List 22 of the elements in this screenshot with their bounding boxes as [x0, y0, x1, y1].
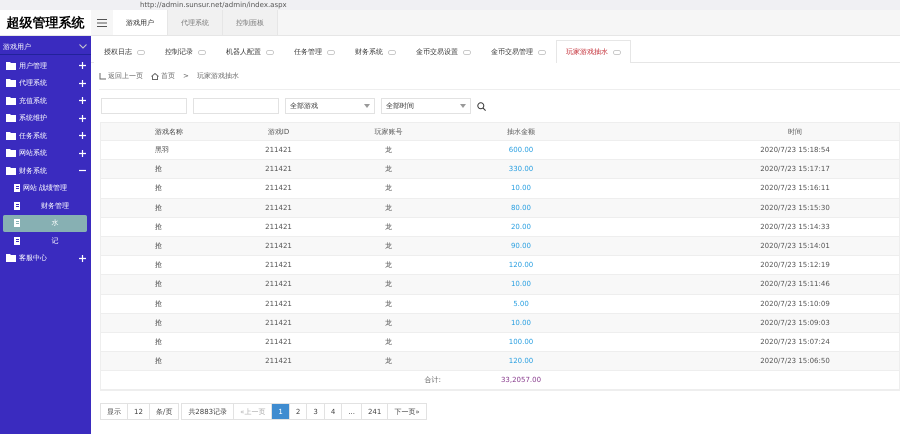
search-icon[interactable]: [477, 102, 486, 110]
plus-icon[interactable]: [79, 97, 86, 104]
document-icon: [14, 236, 20, 245]
plus-icon[interactable]: [79, 132, 86, 140]
date-field[interactable]: [101, 98, 187, 114]
plus-icon[interactable]: [79, 62, 86, 70]
plus-icon[interactable]: [79, 254, 86, 262]
document-icon: [14, 202, 20, 210]
document-icon: [14, 219, 20, 228]
menu-icon[interactable]: [97, 18, 107, 26]
plus-icon[interactable]: [79, 80, 86, 87]
plus-icon[interactable]: [79, 150, 86, 157]
dropdown-arrow-icon: [364, 104, 370, 108]
return-icon: [99, 72, 106, 80]
app-logo: 超级管理系统: [0, 10, 91, 35]
home-icon: [151, 72, 159, 80]
date-field[interactable]: [193, 98, 279, 114]
chevron-down-icon: [79, 44, 87, 49]
folder-icon: [6, 254, 16, 262]
dropdown-arrow-icon: [460, 104, 466, 108]
plus-icon[interactable]: [79, 114, 86, 122]
document-icon: [14, 184, 20, 192]
